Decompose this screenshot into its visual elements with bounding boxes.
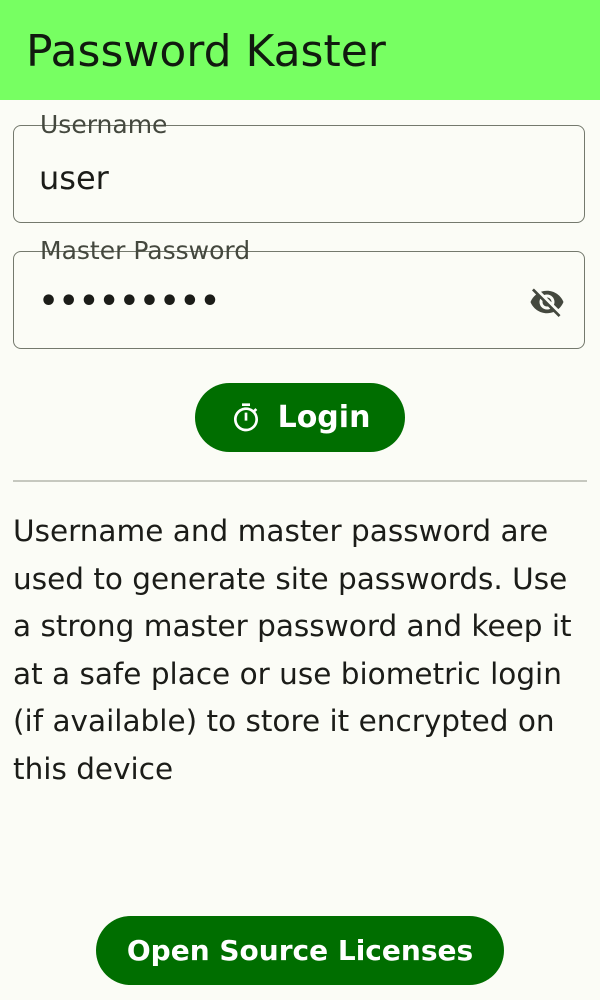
username-field[interactable]: Username user xyxy=(13,112,585,223)
login-button-label: Login xyxy=(277,400,371,435)
open-source-licenses-button[interactable]: Open Source Licenses xyxy=(96,916,504,985)
master-password-field[interactable]: Master Password ••••••••• xyxy=(13,238,585,349)
divider xyxy=(13,480,587,482)
master-password-label: Master Password xyxy=(40,236,251,265)
visibility-off-icon[interactable] xyxy=(527,282,567,322)
username-input[interactable]: user xyxy=(39,158,519,198)
app-title: Password Kaster xyxy=(26,26,386,77)
login-button[interactable]: Login xyxy=(195,383,405,452)
info-text: Username and master password are used to… xyxy=(13,514,572,786)
visibility-off-icon-graphic xyxy=(530,288,564,317)
username-label: Username xyxy=(40,110,168,139)
master-password-input[interactable]: ••••••••• xyxy=(39,282,519,322)
timer-icon xyxy=(230,402,262,434)
app-bar: Password Kaster xyxy=(0,0,600,100)
open-source-licenses-label: Open Source Licenses xyxy=(126,934,474,967)
